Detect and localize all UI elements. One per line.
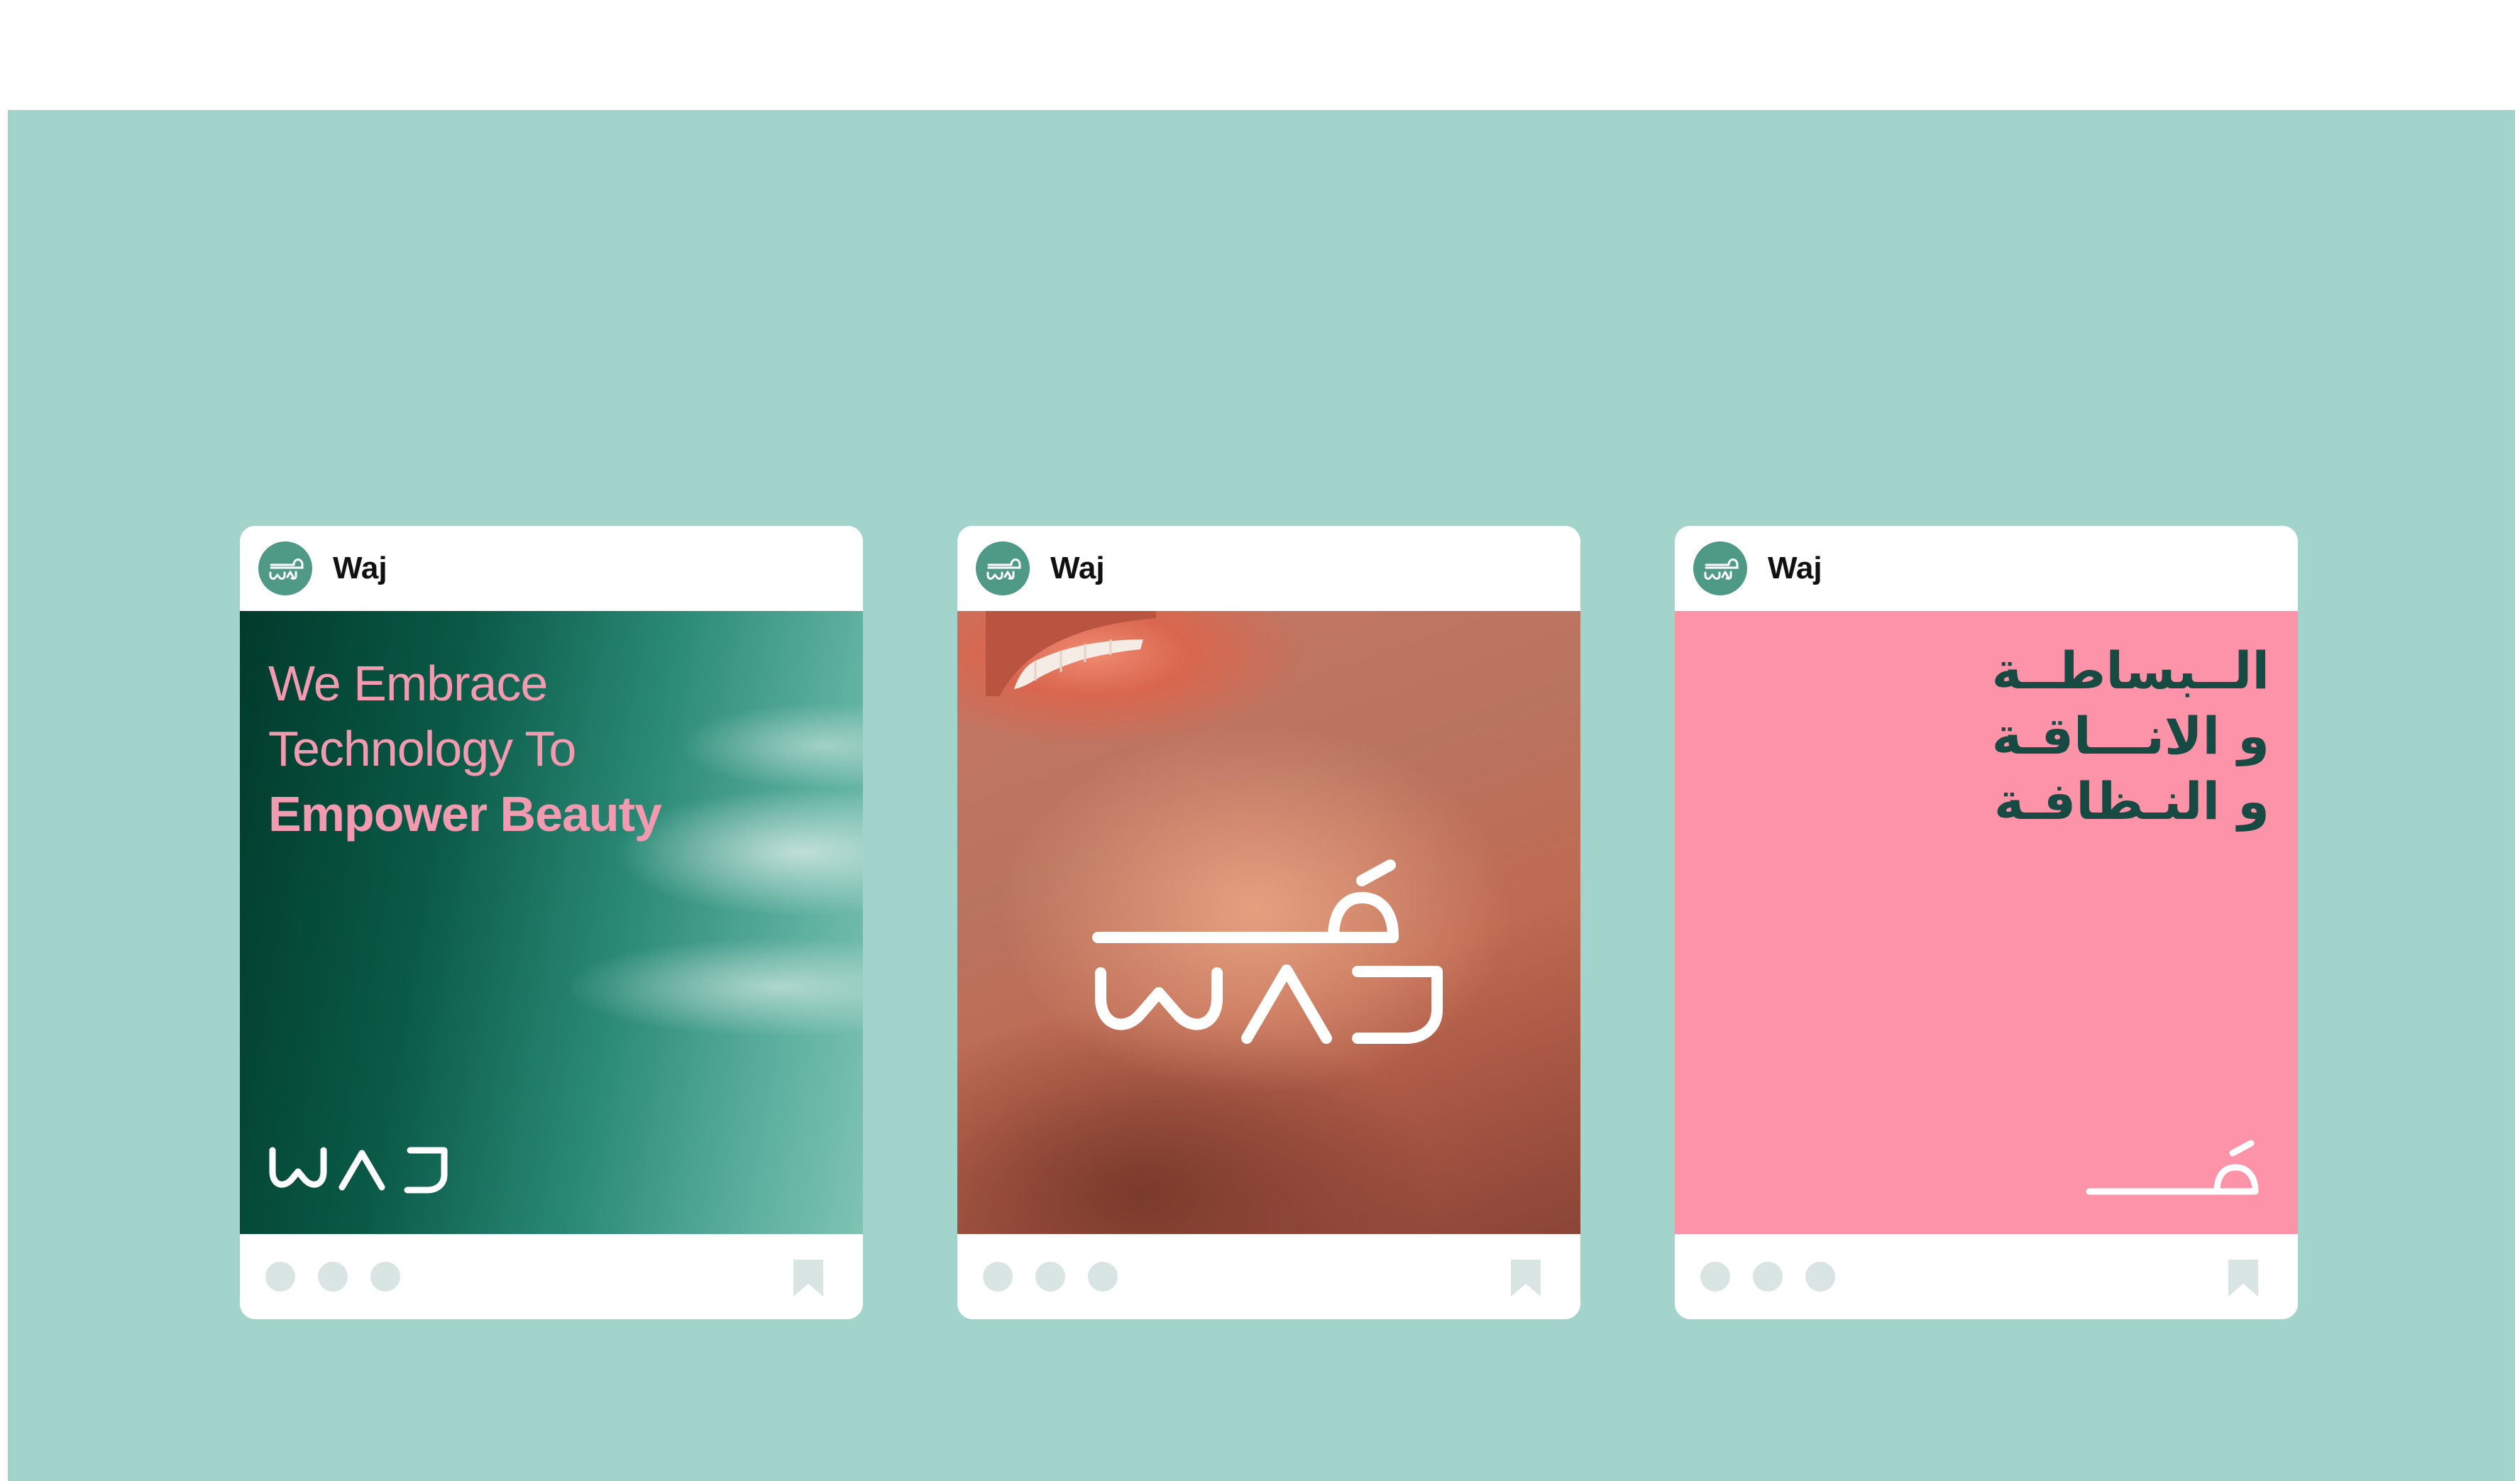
dot-icon[interactable] xyxy=(1035,1262,1065,1292)
post-image-pink: الــبساطــة و الانـــاقـة و النـظافـة xyxy=(1675,611,2298,1234)
social-post-card-technology: Waj We Embrace Technology To Empower Bea… xyxy=(240,526,863,1319)
arabic-line-1: الــبساطــة xyxy=(1991,641,2269,700)
arabic-line-2: و الانـــاقـة xyxy=(1991,706,2269,766)
dot-icon[interactable] xyxy=(318,1262,348,1292)
post-header: Waj xyxy=(1675,526,2298,611)
dot-icon[interactable] xyxy=(265,1262,295,1292)
mockup-background: Waj We Embrace Technology To Empower Bea… xyxy=(8,110,2515,1481)
bookmark-icon[interactable] xyxy=(1509,1258,1542,1298)
post-footer xyxy=(957,1234,1580,1319)
bookmark-icon[interactable] xyxy=(2227,1258,2260,1298)
account-username[interactable]: Waj xyxy=(1768,551,1822,585)
post-image-green-gradient: We Embrace Technology To Empower Beauty xyxy=(240,611,863,1234)
waj-wordmark-arabic xyxy=(2086,1140,2259,1195)
post-tagline: We Embrace Technology To Empower Beauty xyxy=(268,651,662,847)
account-username[interactable]: Waj xyxy=(333,551,387,585)
teeth-detail xyxy=(986,611,1156,696)
post-footer xyxy=(1675,1234,2298,1319)
account-username[interactable]: Waj xyxy=(1050,551,1105,585)
post-footer xyxy=(240,1234,863,1319)
dot-icon[interactable] xyxy=(1088,1262,1118,1292)
tagline-line-2: Technology To xyxy=(268,721,576,776)
dot-icon[interactable] xyxy=(983,1262,1013,1292)
waj-logo-icon[interactable] xyxy=(1693,541,1747,595)
arabic-line-3: و النـظافـة xyxy=(1993,771,2269,831)
tagline-line-3: Empower Beauty xyxy=(268,786,662,842)
social-post-card-arabic: Waj الــبساطــة و الانـــاقـة و النـظافـ… xyxy=(1675,526,2298,1319)
waj-logo-icon[interactable] xyxy=(258,541,312,595)
post-header: Waj xyxy=(240,526,863,611)
dot-icon[interactable] xyxy=(1700,1262,1730,1292)
lips-closeup-photo xyxy=(957,611,1580,1234)
dot-icon[interactable] xyxy=(370,1262,400,1292)
arabic-headline: الــبساطــة و الانـــاقـة و النـظافـة xyxy=(1992,638,2269,834)
post-header: Waj xyxy=(957,526,1580,611)
dot-icon[interactable] xyxy=(1805,1262,1835,1292)
bookmark-icon[interactable] xyxy=(792,1258,825,1298)
tagline-line-1: We Embrace xyxy=(268,656,548,711)
social-post-card-photo: Waj xyxy=(957,526,1580,1319)
waj-wordmark-latin xyxy=(269,1147,448,1194)
dot-icon[interactable] xyxy=(1753,1262,1783,1292)
waj-logo-icon[interactable] xyxy=(976,541,1030,595)
waj-bilingual-logo xyxy=(1092,859,1443,1044)
